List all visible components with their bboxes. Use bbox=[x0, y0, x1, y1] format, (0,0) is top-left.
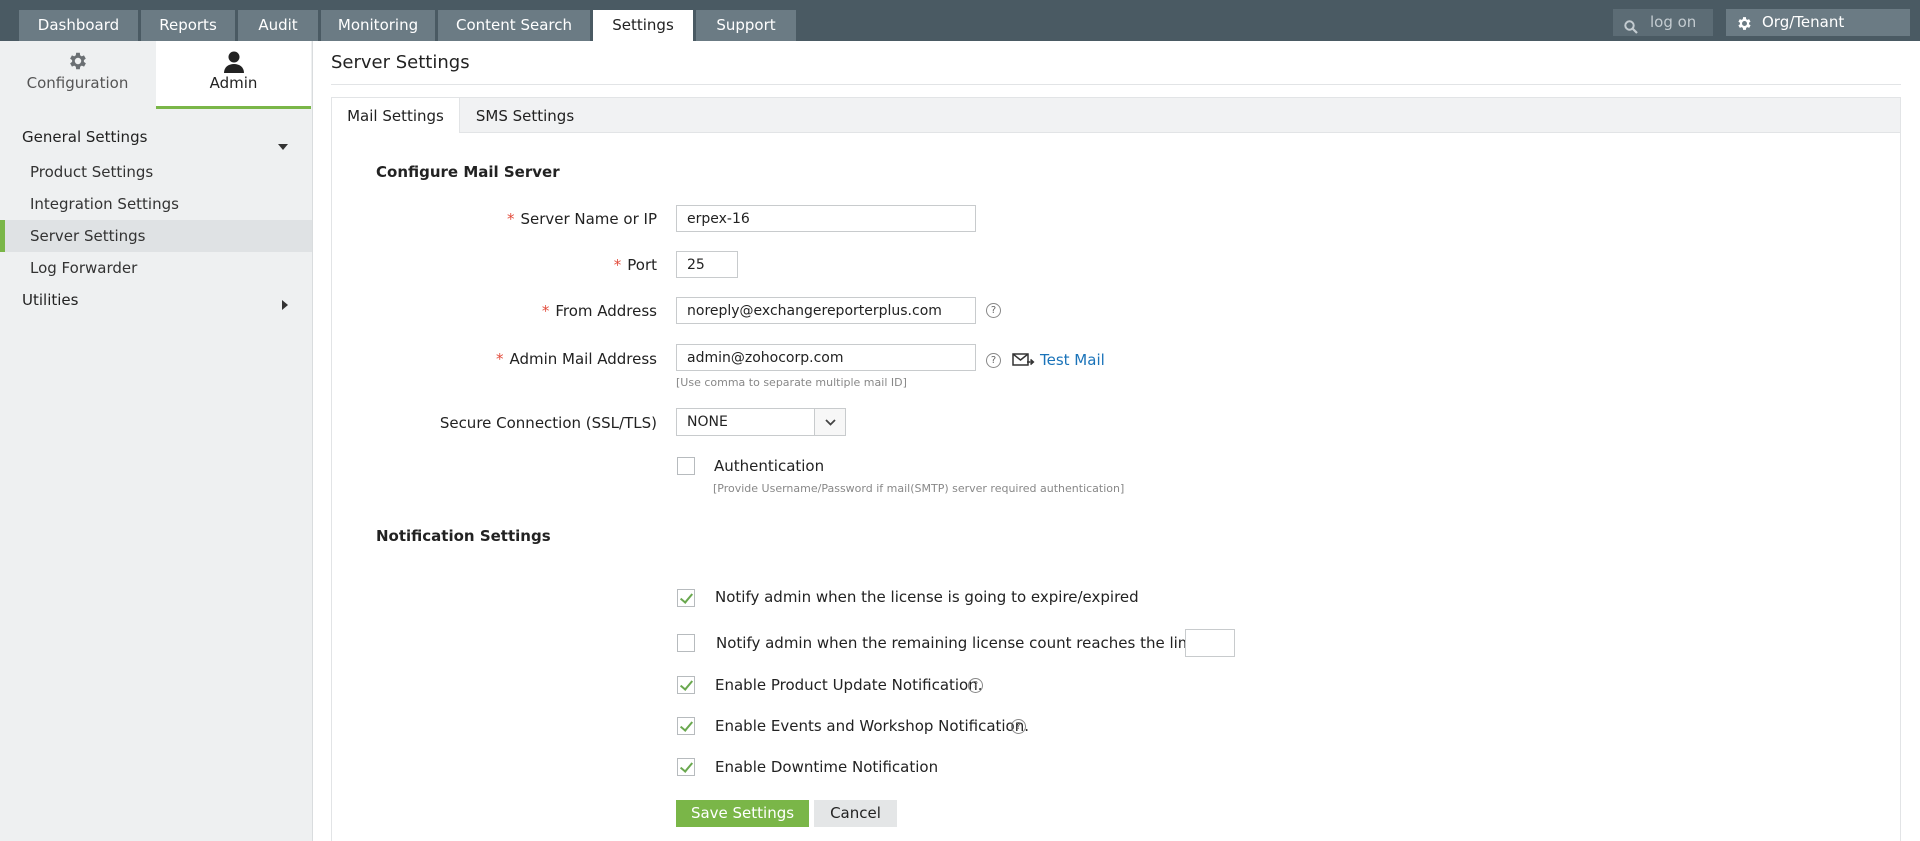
title-divider bbox=[331, 84, 1901, 85]
product-update-checkbox[interactable] bbox=[677, 676, 695, 694]
sidebar-item-server-settings[interactable]: Server Settings bbox=[0, 220, 312, 252]
save-settings-button[interactable]: Save Settings bbox=[676, 800, 809, 827]
help-icon[interactable]: ? bbox=[986, 353, 1001, 368]
chevron-down-icon bbox=[825, 419, 836, 426]
utilities-label: Utilities bbox=[22, 291, 79, 309]
secure-connection-label: Secure Connection (SSL/TLS) bbox=[439, 414, 657, 432]
top-nav-bar: Dashboard Reports Audit Monitoring Conte… bbox=[0, 0, 1920, 58]
org-tenant-settings-label: Org/Tenant Settings bbox=[1762, 13, 1845, 58]
admin-mail-hint: [Use comma to separate multiple mail ID] bbox=[676, 376, 907, 389]
search-placeholder: log on bbox=[1650, 13, 1697, 31]
downtime-label: Enable Downtime Notification bbox=[715, 758, 939, 776]
tab-dashboard[interactable]: Dashboard bbox=[19, 10, 138, 41]
sidebar-tab-admin[interactable]: Admin bbox=[156, 41, 311, 109]
sidebar-tab-admin-label: Admin bbox=[209, 74, 258, 92]
events-workshop-label: Enable Events and Workshop Notification. bbox=[715, 717, 1030, 735]
admin-mail-input[interactable] bbox=[676, 344, 976, 371]
help-icon[interactable]: ? bbox=[986, 303, 1001, 318]
downtime-checkbox[interactable] bbox=[677, 758, 695, 776]
admin-mail-label-text: Admin Mail Address bbox=[509, 350, 657, 368]
gear-icon bbox=[1736, 14, 1753, 41]
caret-down-icon bbox=[278, 136, 288, 154]
tab-settings[interactable]: Settings bbox=[593, 10, 693, 41]
events-workshop-checkbox[interactable] bbox=[677, 717, 695, 735]
org-tenant-settings-button[interactable]: Org/Tenant Settings bbox=[1726, 9, 1910, 58]
port-label: * Port bbox=[614, 256, 657, 274]
test-mail-link[interactable]: Test Mail bbox=[1040, 351, 1105, 369]
notify-license-expire-label: Notify admin when the license is going t… bbox=[715, 588, 1139, 606]
settings-tabstrip: Mail Settings SMS Settings bbox=[331, 97, 1901, 135]
authentication-label: Authentication bbox=[714, 457, 825, 475]
server-name-label: * Server Name or IP bbox=[507, 210, 657, 228]
secure-connection-value: NONE bbox=[687, 414, 728, 430]
sidebar: Configuration Admin General Settings Pro… bbox=[0, 41, 313, 841]
sidebar-tab-configuration[interactable]: Configuration bbox=[0, 41, 155, 109]
from-address-label: * From Address bbox=[542, 302, 657, 320]
page-title: Server Settings bbox=[331, 52, 470, 73]
from-address-label-text: From Address bbox=[555, 302, 657, 320]
secure-connection-select[interactable]: NONE bbox=[676, 408, 846, 436]
notify-license-count-label: Notify admin when the remaining license … bbox=[716, 634, 1203, 652]
sidebar-item-product-settings[interactable]: Product Settings bbox=[0, 156, 312, 188]
required-mark: * bbox=[541, 302, 550, 320]
notify-license-expire-checkbox[interactable] bbox=[677, 589, 695, 607]
general-settings-header[interactable]: General Settings bbox=[22, 128, 302, 150]
required-mark: * bbox=[506, 210, 515, 228]
port-input[interactable] bbox=[676, 251, 738, 278]
tab-mail-settings[interactable]: Mail Settings bbox=[332, 98, 460, 135]
tab-sms-settings[interactable]: SMS Settings bbox=[460, 98, 590, 134]
dropdown-button[interactable] bbox=[814, 409, 845, 435]
from-address-input[interactable] bbox=[676, 297, 976, 324]
required-mark: * bbox=[495, 350, 504, 368]
product-update-label: Enable Product Update Notification. bbox=[715, 676, 983, 694]
server-name-label-text: Server Name or IP bbox=[520, 210, 657, 228]
gear-icon bbox=[67, 50, 89, 76]
caret-right-icon bbox=[282, 296, 288, 314]
port-label-text: Port bbox=[627, 256, 657, 274]
tab-content-search[interactable]: Content Search bbox=[438, 10, 590, 41]
admin-mail-label: * Admin Mail Address bbox=[496, 350, 657, 368]
send-mail-icon[interactable] bbox=[1012, 352, 1036, 372]
search-icon bbox=[1624, 16, 1638, 43]
notify-license-count-checkbox[interactable] bbox=[677, 634, 695, 652]
license-limit-input[interactable] bbox=[1185, 629, 1235, 657]
cancel-button[interactable]: Cancel bbox=[814, 800, 897, 827]
configure-mail-server-heading: Configure Mail Server bbox=[376, 163, 560, 181]
tab-monitoring[interactable]: Monitoring bbox=[321, 10, 435, 41]
required-mark: * bbox=[613, 256, 622, 274]
tab-support[interactable]: Support bbox=[696, 10, 796, 41]
authentication-hint: [Provide Username/Password if mail(SMTP)… bbox=[713, 482, 1125, 495]
help-icon[interactable]: ? bbox=[968, 678, 983, 693]
sidebar-item-log-forwarder[interactable]: Log Forwarder bbox=[0, 252, 312, 284]
general-settings-label: General Settings bbox=[22, 128, 148, 146]
server-name-input[interactable] bbox=[676, 205, 976, 232]
notification-settings-heading: Notification Settings bbox=[376, 527, 551, 545]
tab-audit[interactable]: Audit bbox=[238, 10, 318, 41]
help-icon[interactable]: ? bbox=[1011, 719, 1026, 734]
utilities-header[interactable]: Utilities bbox=[22, 291, 302, 310]
authentication-checkbox[interactable] bbox=[677, 457, 695, 475]
tab-reports[interactable]: Reports bbox=[141, 10, 235, 41]
search-box[interactable]: log on bbox=[1613, 9, 1713, 36]
sidebar-tab-configuration-label: Configuration bbox=[26, 74, 129, 92]
sidebar-item-integration-settings[interactable]: Integration Settings bbox=[0, 188, 312, 220]
